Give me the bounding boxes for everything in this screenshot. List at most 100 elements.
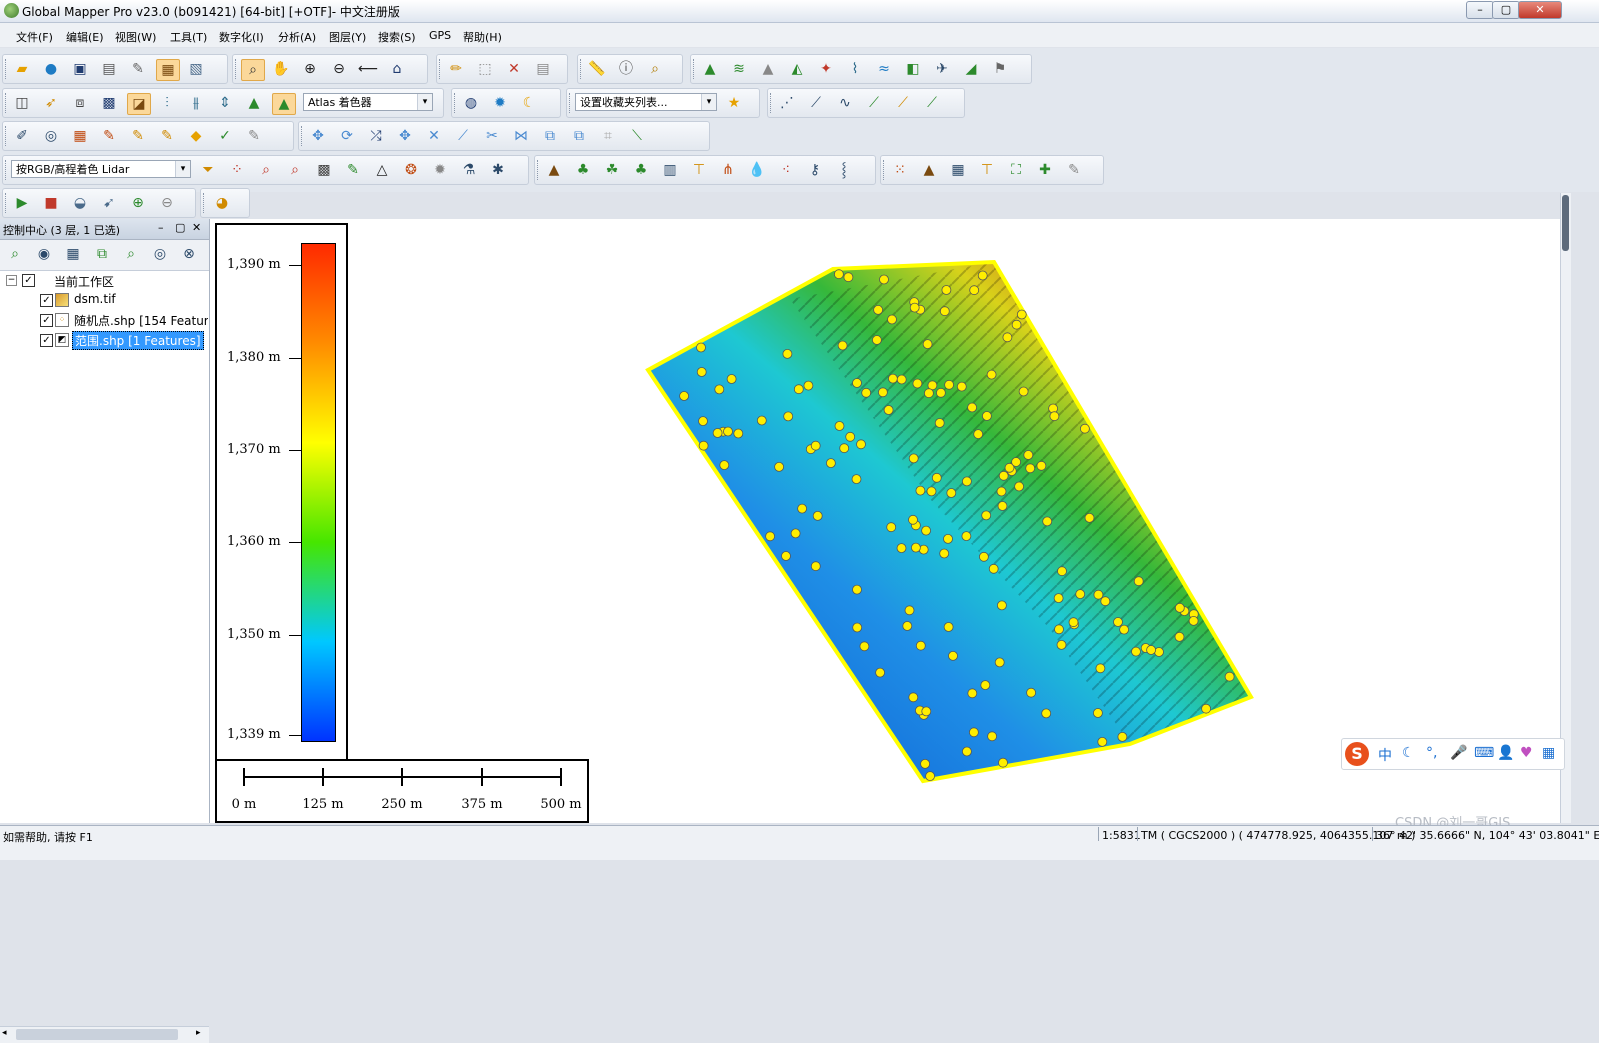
random-point[interactable] <box>968 727 979 738</box>
layer-checkbox[interactable]: ✓ <box>40 314 53 327</box>
shaded-relief-icon[interactable]: ◧ <box>902 59 924 79</box>
random-point[interactable] <box>967 402 978 413</box>
control-center-icon[interactable]: ▦ <box>156 59 180 81</box>
menu-layer[interactable]: 图层(Y) <box>329 29 366 45</box>
cut-icon[interactable]: ✂ <box>481 126 503 146</box>
random-point[interactable] <box>988 563 999 574</box>
random-point[interactable] <box>902 621 913 631</box>
random-point[interactable] <box>1174 602 1185 613</box>
random-point[interactable] <box>1084 512 1095 523</box>
random-point[interactable] <box>861 387 872 398</box>
random-point[interactable] <box>1095 663 1106 674</box>
line-orange-icon[interactable]: ⟋ <box>892 93 914 113</box>
random-point[interactable] <box>956 381 967 392</box>
random-point[interactable] <box>946 488 957 498</box>
measure-line-icon[interactable]: ⟍ <box>626 126 648 146</box>
random-point[interactable] <box>998 470 1009 481</box>
open-folder-icon[interactable]: ▰ <box>11 59 33 79</box>
random-point[interactable] <box>1041 708 1052 719</box>
check-line-icon[interactable]: ✓ <box>214 126 236 146</box>
minimize-button[interactable]: – <box>1466 1 1494 19</box>
random-point[interactable] <box>908 453 919 464</box>
contour-icon[interactable]: ≋ <box>728 59 750 79</box>
lidar-color-dropdown[interactable]: 按RGB/高程着色 Lidar ▾ <box>11 160 191 178</box>
random-point[interactable] <box>1097 736 1108 747</box>
random-point[interactable] <box>1133 576 1144 587</box>
random-point[interactable] <box>714 384 725 395</box>
random-point[interactable] <box>696 367 707 377</box>
rabbit-icon[interactable]: ➹ <box>98 193 120 213</box>
terrain-icon[interactable]: ▲ <box>699 59 721 79</box>
layer-table-icon[interactable]: ▦ <box>62 244 84 264</box>
vertical-scrollbar[interactable] <box>1560 193 1571 823</box>
zoom-in-icon[interactable]: ⊕ <box>299 59 321 79</box>
random-point[interactable] <box>977 270 988 281</box>
random-point[interactable] <box>875 667 886 678</box>
edit-table-icon[interactable]: ▤ <box>532 59 554 79</box>
brush-icon[interactable]: ✎ <box>1063 160 1085 180</box>
edit-line-icon[interactable]: ✎ <box>98 126 120 146</box>
zoom-tool-icon[interactable]: ⌕ <box>241 59 265 81</box>
punctuation-icon[interactable]: °, <box>1426 745 1437 761</box>
random-point[interactable] <box>843 272 854 283</box>
lidar-tools-icon[interactable]: ✱ <box>487 160 509 180</box>
random-point[interactable] <box>904 605 915 616</box>
random-point[interactable] <box>733 428 744 439</box>
random-point[interactable] <box>931 472 942 483</box>
random-point[interactable] <box>941 285 952 295</box>
random-point[interactable] <box>948 650 958 661</box>
random-point[interactable] <box>825 458 836 469</box>
random-point[interactable] <box>996 486 1007 497</box>
random-point[interactable] <box>1100 596 1111 607</box>
menu-view[interactable]: 视图(W) <box>115 29 156 45</box>
random-point[interactable] <box>1146 645 1156 655</box>
layer-zoom-icon[interactable]: ⌕ <box>4 244 26 264</box>
scroll-thumb[interactable] <box>1562 195 1569 251</box>
overview-icon[interactable]: ▧ <box>185 59 207 79</box>
edit-vertex-icon[interactable]: ✎ <box>243 126 265 146</box>
random-point[interactable] <box>845 431 856 442</box>
extract-pole-icon[interactable]: ⊤ <box>976 160 998 180</box>
circle-target-icon[interactable]: ◎ <box>40 126 62 146</box>
vegetation-icon[interactable]: ♣ <box>572 160 594 180</box>
home-icon[interactable]: ⌂ <box>386 59 408 79</box>
random-point[interactable] <box>943 533 953 544</box>
extract-cloud-icon[interactable]: ⛶ <box>1005 160 1027 180</box>
random-point[interactable] <box>1068 617 1079 628</box>
random-point[interactable] <box>765 531 776 542</box>
random-point[interactable] <box>1057 566 1067 577</box>
random-point[interactable] <box>781 551 791 561</box>
random-point[interactable] <box>939 548 950 559</box>
line-node-icon[interactable]: ⟋ <box>921 93 943 113</box>
random-point[interactable] <box>981 510 992 521</box>
flight-icon[interactable]: ✈ <box>931 59 953 79</box>
key-icon[interactable]: ⚷ <box>804 160 826 180</box>
random-point[interactable] <box>921 706 932 717</box>
menu-search[interactable]: 搜索(S) <box>378 29 416 45</box>
random-point[interactable] <box>1131 646 1141 657</box>
random-point[interactable] <box>1201 703 1211 714</box>
random-point[interactable] <box>879 274 889 285</box>
lidar-search-icon[interactable]: ⌕ <box>255 160 277 180</box>
random-point[interactable] <box>922 339 933 349</box>
random-point[interactable] <box>1023 450 1034 460</box>
skin-icon[interactable]: ♥ <box>1520 745 1533 761</box>
random-point[interactable] <box>997 501 1008 511</box>
turtle-icon[interactable]: ◒ <box>69 193 91 213</box>
random-point[interactable] <box>961 476 972 487</box>
triangle-icon[interactable]: △ <box>371 160 393 180</box>
random-point[interactable] <box>852 622 863 633</box>
random-point[interactable] <box>920 759 931 769</box>
create-grid-icon[interactable]: ▦ <box>69 126 91 146</box>
random-point[interactable] <box>719 460 730 471</box>
pencil-icon[interactable]: ✏ <box>445 59 467 79</box>
watershed-icon[interactable]: ✦ <box>815 59 837 79</box>
print-icon[interactable]: ▤ <box>98 59 120 79</box>
volume-icon[interactable]: ◭ <box>786 59 808 79</box>
menu-tools[interactable]: 工具(T) <box>170 29 207 45</box>
wrench-icon[interactable]: ✎ <box>127 59 149 79</box>
random-point[interactable] <box>973 429 984 440</box>
user-icon[interactable]: 👤 <box>1497 745 1514 761</box>
online-globe-icon[interactable]: ◍ <box>460 93 482 113</box>
extract-points-icon[interactable]: ⁙ <box>889 160 911 180</box>
